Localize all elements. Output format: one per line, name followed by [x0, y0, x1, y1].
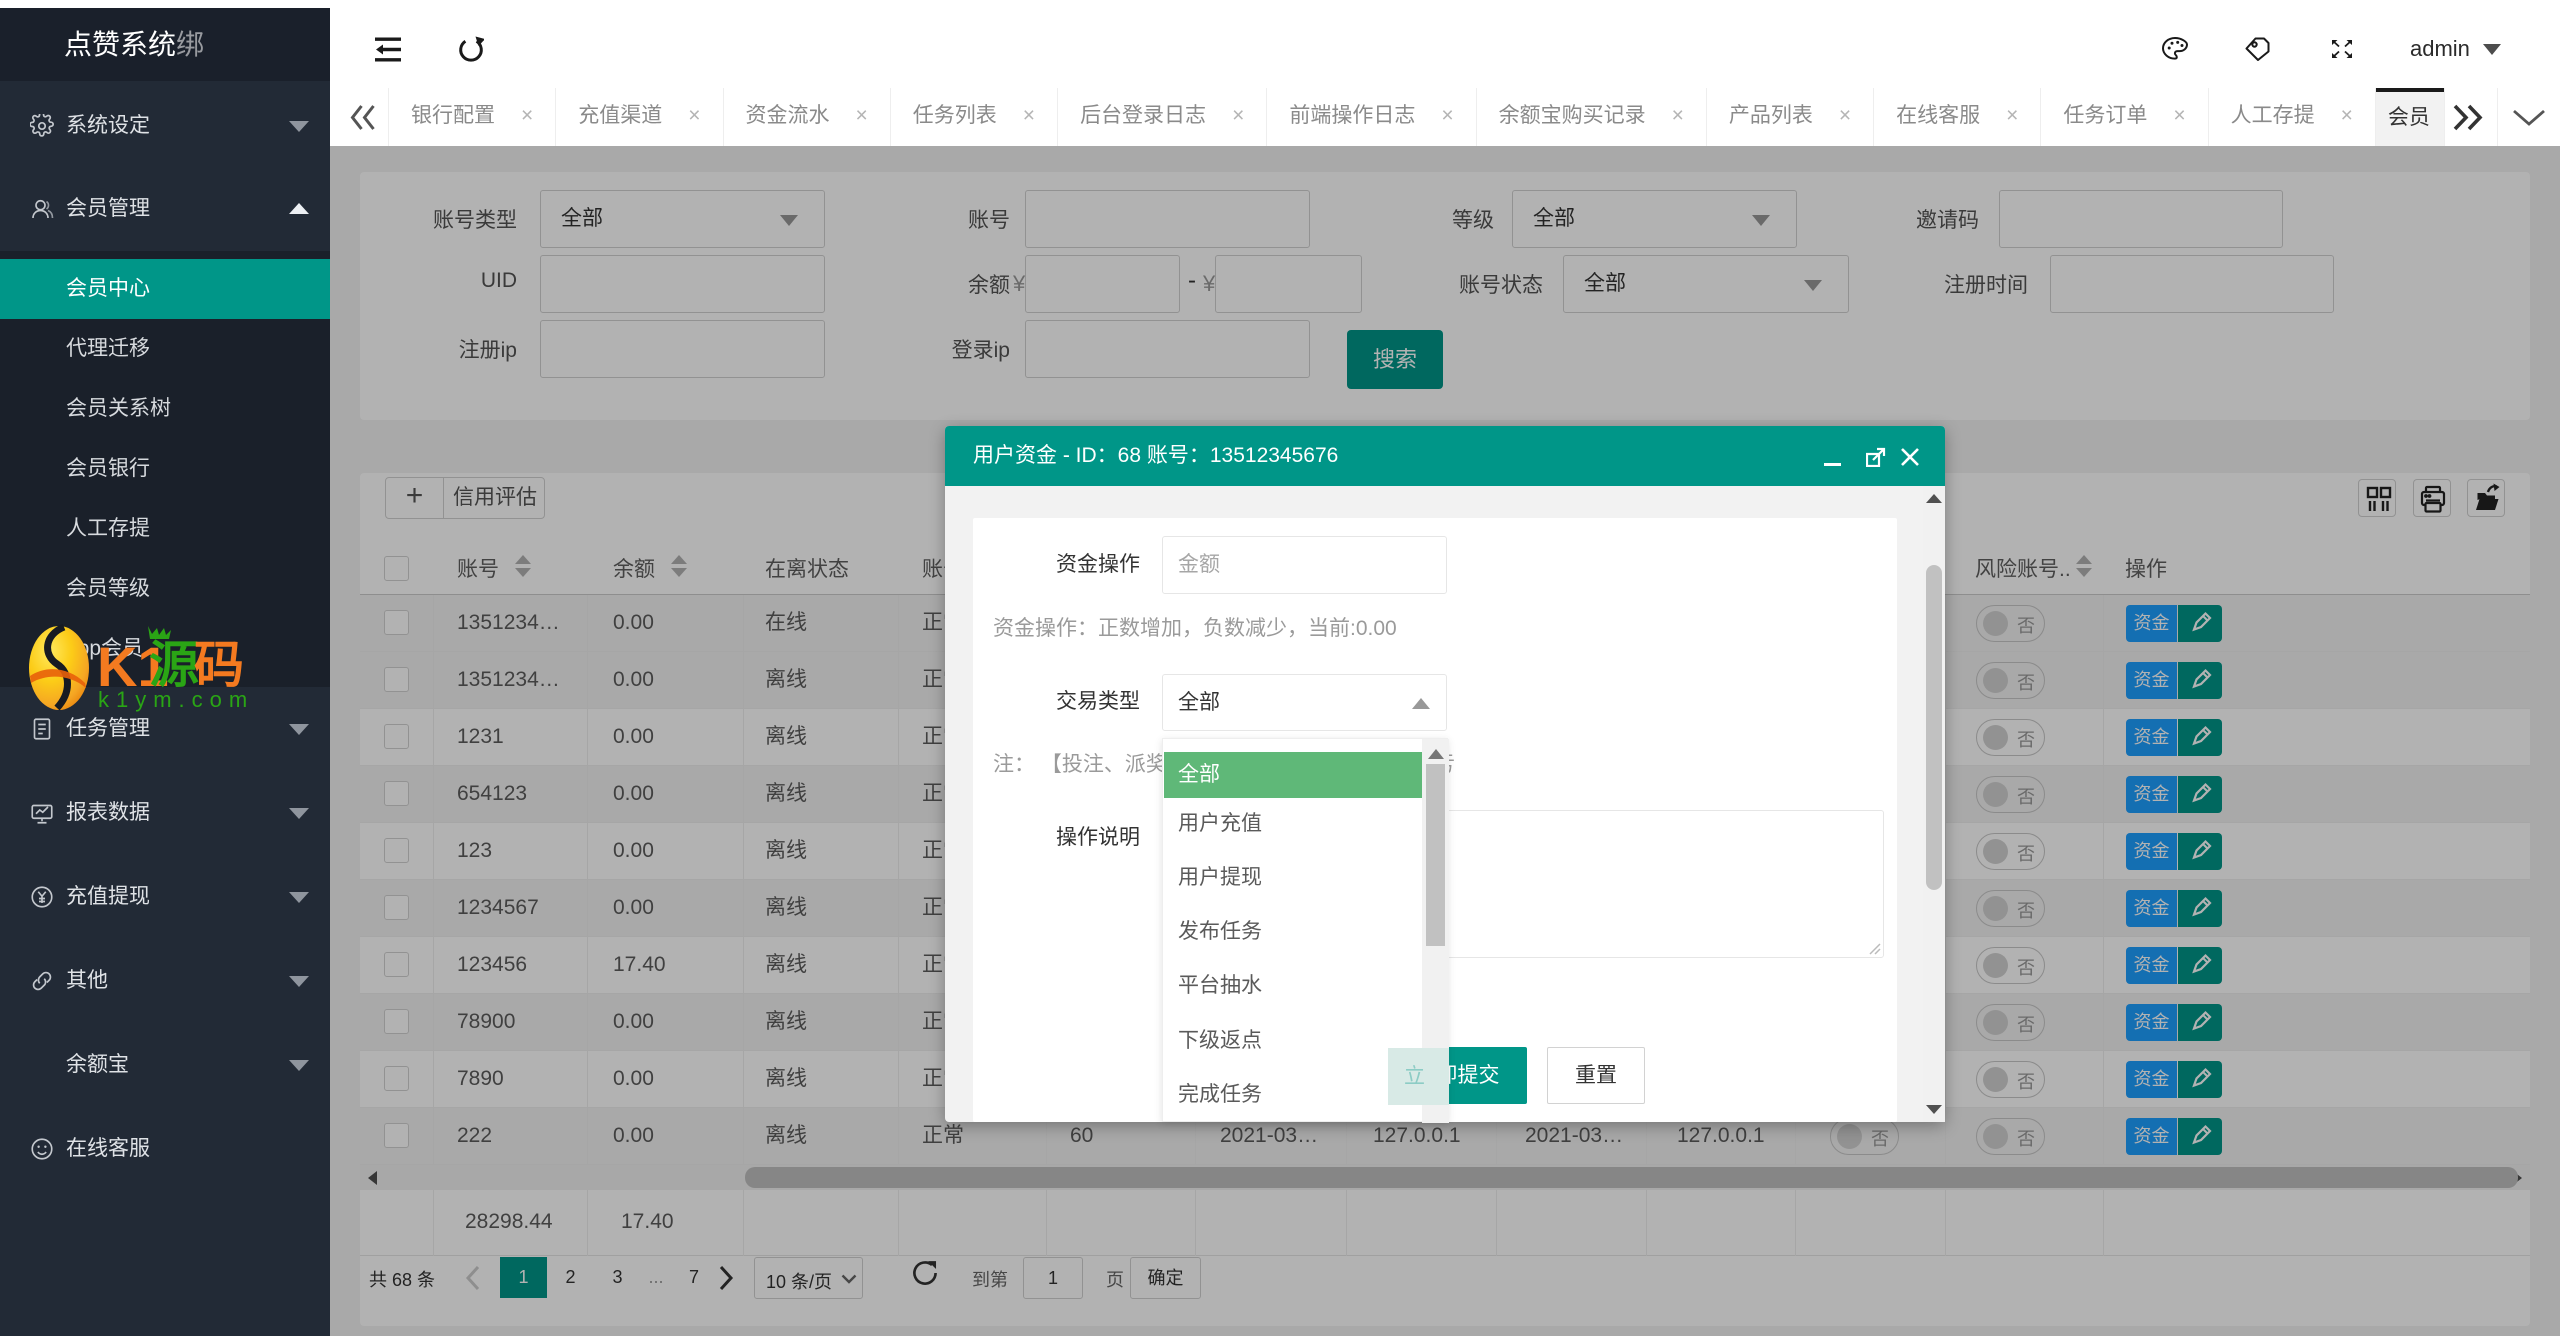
svg-text:码: 码 — [194, 637, 244, 693]
svg-text:源: 源 — [149, 637, 199, 693]
svg-text:k1ym.com: k1ym.com — [98, 687, 254, 712]
